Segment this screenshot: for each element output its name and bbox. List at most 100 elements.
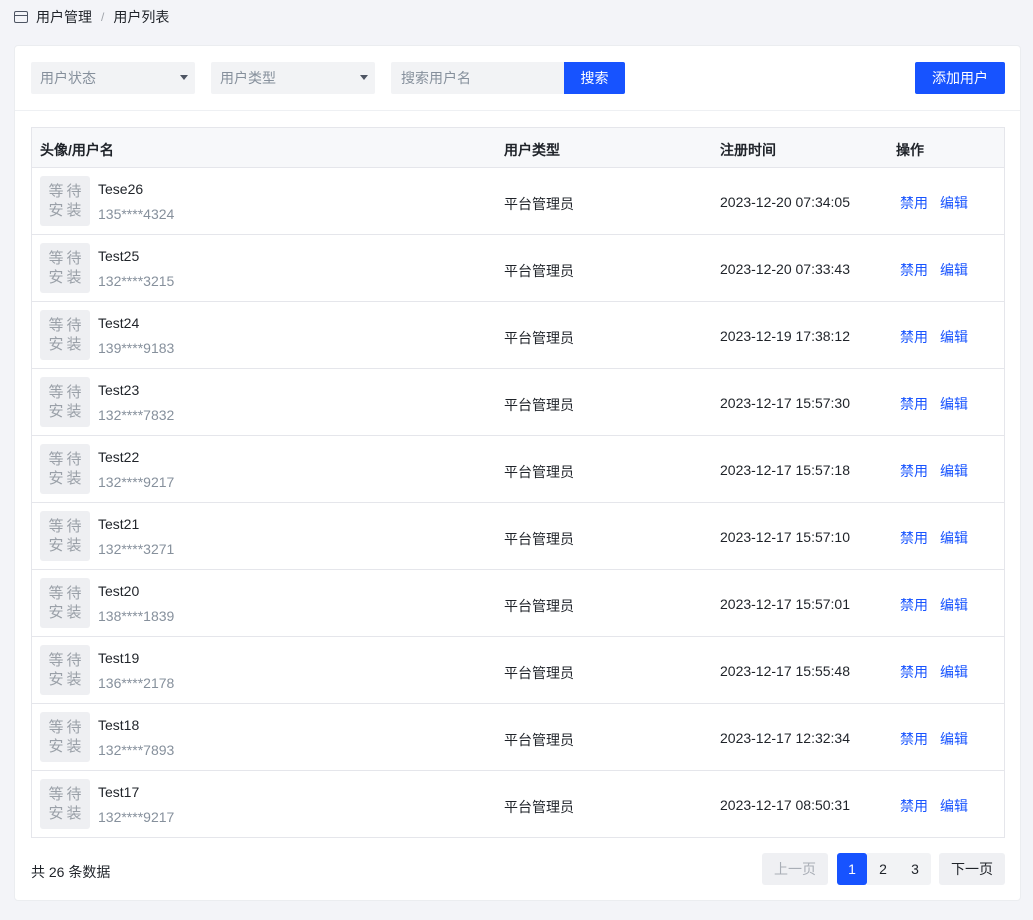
user-phone: 132****3215 <box>98 273 175 289</box>
edit-button[interactable]: 编辑 <box>940 595 968 615</box>
avatar: 等待 安装 <box>40 645 90 695</box>
user-phone: 135****4324 <box>98 206 175 222</box>
edit-button[interactable]: 编辑 <box>940 528 968 548</box>
edit-button[interactable]: 编辑 <box>940 193 968 213</box>
disable-button[interactable]: 禁用 <box>900 461 928 481</box>
user-type-placeholder: 用户类型 <box>220 70 276 86</box>
table-row: 等待安装 Tese26 135****4324 平台管理员 2023-12-20 07:… <box>32 168 1004 235</box>
breadcrumb: 用户管理 / 用户列表 <box>14 8 169 26</box>
user-type: 平台管理员 <box>504 196 574 212</box>
filter-toolbar: 用户状态 用户类型 搜索 添加用户 <box>15 46 1020 111</box>
user-type: 平台管理员 <box>504 799 574 815</box>
prev-page-button[interactable]: 上一页 <box>762 853 828 885</box>
user-type: 平台管理员 <box>504 665 574 681</box>
disable-button[interactable]: 禁用 <box>900 260 928 280</box>
user-status-placeholder: 用户状态 <box>40 70 96 86</box>
user-name: Test17 <box>98 784 140 800</box>
avatar-placeholder-line1: 等待 <box>48 451 85 468</box>
user-type-select[interactable]: 用户类型 <box>211 62 375 94</box>
avatar-placeholder-line1: 等待 <box>48 585 85 602</box>
next-page-button[interactable]: 下一页 <box>939 853 1005 885</box>
register-time: 2023-12-17 08:50:31 <box>720 797 850 813</box>
user-name: Test19 <box>98 650 140 666</box>
edit-button[interactable]: 编辑 <box>940 394 968 414</box>
header-type: 用户类型 <box>504 142 560 158</box>
user-name: Test23 <box>98 382 140 398</box>
page-button-2[interactable]: 2 <box>867 853 899 885</box>
disable-button[interactable]: 禁用 <box>900 528 928 548</box>
user-name: Test18 <box>98 717 140 733</box>
edit-button[interactable]: 编辑 <box>940 729 968 749</box>
avatar: 等待 安装 <box>40 779 90 829</box>
user-name: Test22 <box>98 449 140 465</box>
header-user: 头像/用户名 <box>40 142 114 158</box>
total-count: 共 26 条数据 <box>31 864 111 880</box>
avatar-placeholder-line1: 等待 <box>48 384 85 401</box>
header-time: 注册时间 <box>720 142 776 158</box>
edit-button[interactable]: 编辑 <box>940 796 968 816</box>
user-phone: 132****9217 <box>98 809 175 825</box>
avatar: 等待 安装 <box>40 310 90 360</box>
disable-button[interactable]: 禁用 <box>900 796 928 816</box>
user-phone: 136****2178 <box>98 675 175 691</box>
table-row: 等待安装 Test22 132****9217 平台管理员 2023-12-17 15:… <box>32 436 1004 503</box>
edit-button[interactable]: 编辑 <box>940 327 968 347</box>
avatar-placeholder-line2: 安装 <box>48 336 85 353</box>
table-row: 等待 安装 Test20 138****1839 平台管理员 2023-12-17 15:… <box>32 570 1004 637</box>
disable-button[interactable]: 禁用 <box>900 595 928 615</box>
register-time: 2023-12-19 17:38:12 <box>720 328 850 344</box>
user-type: 平台管理员 <box>504 598 574 614</box>
breadcrumb-root[interactable]: 用户管理 <box>36 7 92 27</box>
avatar-placeholder-line1: 等待 <box>48 518 85 535</box>
edit-button[interactable]: 编辑 <box>940 461 968 481</box>
register-time: 2023-12-20 07:34:05 <box>720 194 850 210</box>
disable-button[interactable]: 禁用 <box>900 394 928 414</box>
search-username-input[interactable] <box>391 62 564 94</box>
search-button[interactable]: 搜索 <box>564 62 625 94</box>
register-time: 2023-12-17 15:55:48 <box>720 663 850 679</box>
user-type: 平台管理员 <box>504 464 574 480</box>
avatar-placeholder-line2: 安装 <box>48 805 85 822</box>
avatar-placeholder-line2: 安装 <box>48 470 85 487</box>
avatar: 等待 安装 <box>40 176 90 226</box>
user-status-select[interactable]: 用户状态 <box>31 62 195 94</box>
user-type: 平台管理员 <box>504 263 574 279</box>
page-button-1[interactable]: 1 <box>837 853 867 885</box>
table-row: 等待 安装 Test21 132****3271 平台管理员 2023-12-17 15:… <box>32 503 1004 570</box>
breadcrumb-current: 用户列表 <box>113 9 170 25</box>
register-time: 2023-12-17 15:57:01 <box>720 596 850 612</box>
user-phone: 132****9217 <box>98 474 175 490</box>
avatar-placeholder-line1: 等待 <box>48 250 85 267</box>
avatar-placeholder-line1: 等待 <box>48 652 85 669</box>
register-time: 2023-12-17 15:57:18 <box>720 462 850 478</box>
user-phone: 132****7893 <box>98 742 175 758</box>
avatar-placeholder-line2: 安装 <box>48 738 85 755</box>
add-user-button[interactable]: 添加用户 <box>915 62 1005 94</box>
avatar: 等待 安装 <box>40 712 90 762</box>
edit-button[interactable]: 编辑 <box>940 662 968 682</box>
user-name: Test21 <box>98 516 140 532</box>
user-name: Tese26 <box>98 181 144 197</box>
register-time: 2023-12-17 12:32:34 <box>720 730 850 746</box>
avatar-placeholder-line2: 安装 <box>48 537 85 554</box>
avatar-placeholder-line2: 安装 <box>48 403 85 420</box>
disable-button[interactable]: 禁用 <box>900 193 928 213</box>
user-type: 平台管理员 <box>504 531 574 547</box>
page-button-3[interactable]: 3 <box>899 853 931 885</box>
user-phone: 132****3271 <box>98 541 175 557</box>
disable-button[interactable]: 禁用 <box>900 327 928 347</box>
caret-down-icon <box>360 75 368 80</box>
user-name: Test25 <box>98 248 140 264</box>
avatar-placeholder-line2: 安装 <box>48 202 85 219</box>
user-list-card: 用户状态 用户类型 搜索 添加用户 头像/用户名 用户类型 注册时间 操作 等待… <box>14 45 1021 901</box>
avatar-placeholder-line1: 等待 <box>48 183 85 200</box>
user-table: 头像/用户名 用户类型 注册时间 操作 等待 安装 Tese26 135****432… <box>31 127 1005 838</box>
edit-button[interactable]: 编辑 <box>940 260 968 280</box>
disable-button[interactable]: 禁用 <box>900 729 928 749</box>
avatar-placeholder-line2: 安装 <box>48 604 85 621</box>
disable-button[interactable]: 禁用 <box>900 662 928 682</box>
user-name: Test24 <box>98 315 140 331</box>
table-row: 等待 安装 Test25 132****3215 平台管理员 2023-12-20 07:… <box>32 235 1004 302</box>
avatar: 等待 安装 <box>40 243 90 293</box>
avatar-placeholder-line2: 安装 <box>48 269 85 286</box>
